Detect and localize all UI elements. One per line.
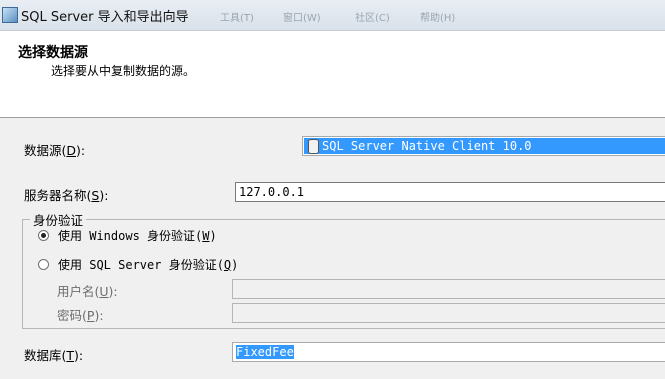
- server-name-label: 服务器名称(S):: [24, 188, 109, 203]
- username-input[interactable]: [232, 279, 665, 299]
- username-label: 用户名(U):: [57, 284, 118, 299]
- page-title: 选择数据源: [18, 45, 88, 61]
- windows-auth-radio[interactable]: [38, 230, 49, 241]
- database-label: 数据库(T):: [24, 348, 84, 363]
- background-menu-tools: 工具(T): [220, 13, 254, 24]
- page-subtitle: 选择要从中复制数据的源。: [51, 64, 196, 78]
- data-source-label: 数据源(D):: [24, 143, 86, 158]
- background-menu-window: 窗口(W): [283, 13, 321, 24]
- password-input[interactable]: [232, 303, 665, 323]
- data-source-selected: SQL Server Native Client 10.0: [304, 138, 665, 154]
- password-label: 密码(P):: [57, 308, 104, 323]
- database-combo[interactable]: FixedFee: [232, 342, 665, 362]
- windows-auth-label[interactable]: 使用 Windows 身份验证(W): [58, 227, 217, 244]
- title-bar: SQL Server 导入和导出向导 工具(T) 窗口(W) 社区(C) 帮助(…: [0, 0, 665, 31]
- database-value: FixedFee: [236, 345, 294, 359]
- data-source-value: SQL Server Native Client 10.0: [322, 139, 532, 153]
- background-menu-community: 社区(C): [355, 13, 390, 24]
- app-icon: [2, 7, 18, 23]
- window-title: SQL Server 导入和导出向导: [21, 10, 189, 25]
- server-name-input[interactable]: 127.0.0.1: [235, 182, 665, 202]
- background-menu-help: 帮助(H): [420, 13, 456, 24]
- sql-auth-radio[interactable]: [38, 259, 49, 270]
- data-source-select[interactable]: SQL Server Native Client 10.0: [302, 136, 665, 156]
- wizard-header: 选择数据源 选择要从中复制数据的源。: [0, 31, 665, 118]
- sql-auth-label[interactable]: 使用 SQL Server 身份验证(Q): [58, 256, 238, 273]
- database-icon: [308, 139, 319, 154]
